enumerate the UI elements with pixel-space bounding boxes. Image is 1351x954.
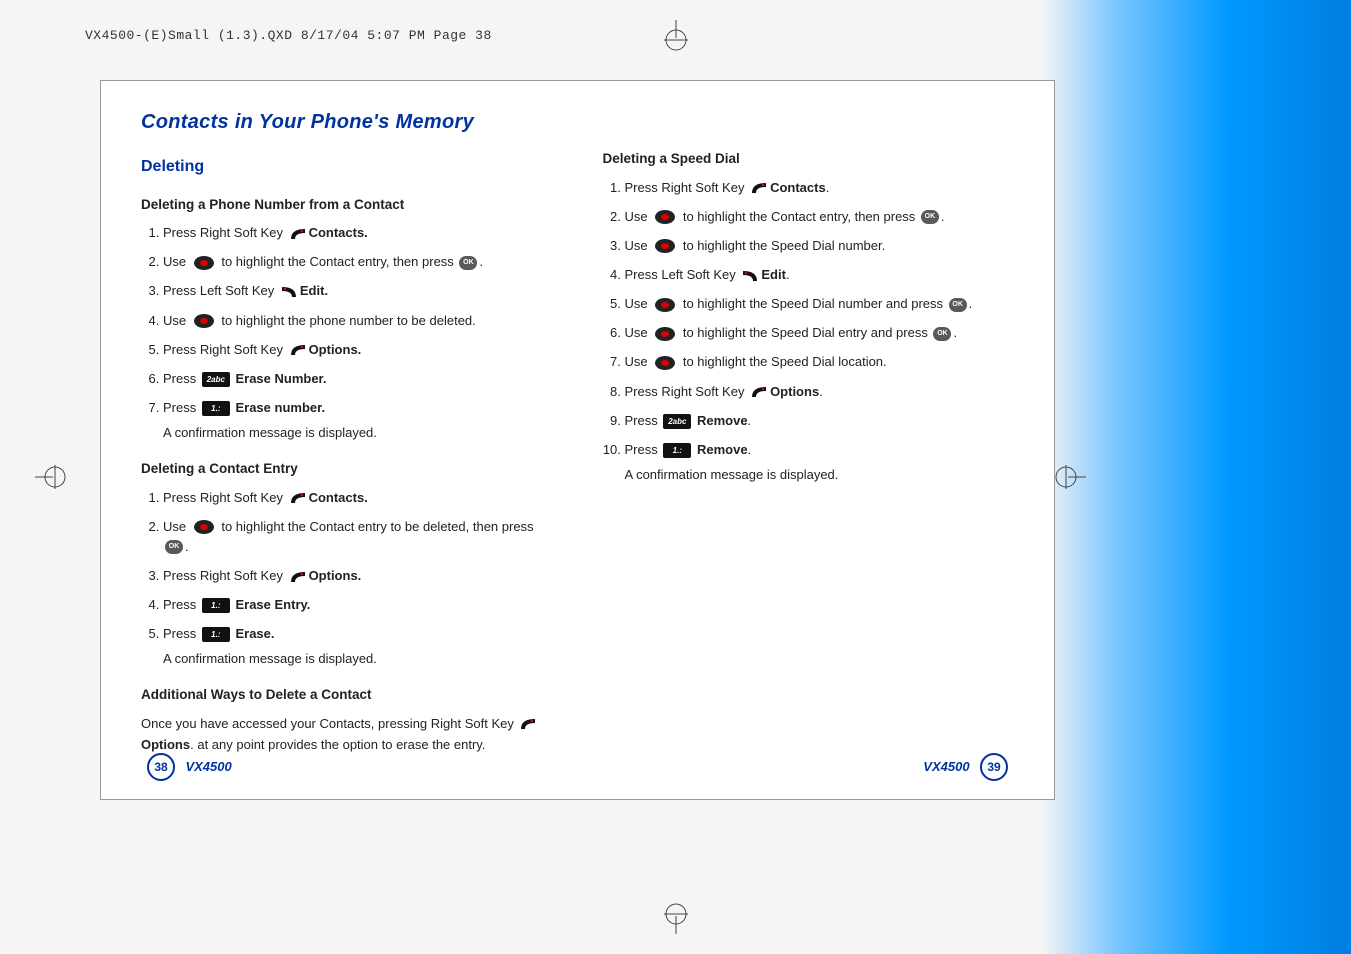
step-item: Use to highlight the Speed Dial location… xyxy=(625,352,1015,372)
step-item: Press 1.: Erase Entry. xyxy=(163,595,553,615)
additional-ways-para: Once you have accessed your Contacts, pr… xyxy=(141,714,553,756)
step-item: Use to highlight the Contact entry, then… xyxy=(163,252,553,272)
para-pre: Once you have accessed your Contacts, pr… xyxy=(141,716,517,731)
softkey-right-icon xyxy=(289,227,307,241)
step-item: Use to highlight the Speed Dial number a… xyxy=(625,294,1015,314)
step-item: Press 1.: Erase number. xyxy=(163,398,553,418)
nav-key-icon xyxy=(654,326,676,342)
nav-key-icon xyxy=(193,255,215,271)
para-post: . at any point provides the option to er… xyxy=(190,737,485,752)
step-item: Press 1.: Erase. xyxy=(163,624,553,644)
background-gradient xyxy=(1041,0,1351,954)
numkey-icon: 2abc xyxy=(663,414,691,429)
step-item: Press Right Soft Key Options. xyxy=(163,340,553,360)
step-item: Press 2abc Erase Number. xyxy=(163,369,553,389)
model-label: VX4500 xyxy=(923,759,969,774)
heading-deleting: Deleting xyxy=(141,154,553,180)
footer-left: 38 VX4500 xyxy=(141,753,232,781)
step-item: Press Right Soft Key Contacts. xyxy=(163,488,553,508)
page-number-left: 38 xyxy=(147,753,175,781)
confirm-msg: A confirmation message is displayed. xyxy=(163,423,553,444)
numkey-icon: 2abc xyxy=(202,372,230,387)
step-item: Use to highlight the Speed Dial number. xyxy=(625,236,1015,256)
page-footer: 38 VX4500 VX4500 39 xyxy=(141,753,1014,781)
steps-delete-speed-dial: Press Right Soft Key Contacts. Use to hig… xyxy=(603,178,1015,460)
ok-key-icon: OK xyxy=(165,540,183,554)
step-item: Press 1.: Remove. xyxy=(625,440,1015,460)
nav-key-icon xyxy=(654,238,676,254)
step-item: Press Right Soft Key Options. xyxy=(163,566,553,586)
steps-delete-phone-number: Press Right Soft Key Contacts. Use to hig… xyxy=(141,223,553,418)
ok-key-icon: OK xyxy=(933,327,951,341)
nav-key-icon xyxy=(193,313,215,329)
file-header: VX4500-(E)Small (1.3).QXD 8/17/04 5:07 P… xyxy=(85,28,492,43)
heading-delete-speed-dial: Deleting a Speed Dial xyxy=(603,148,1015,170)
nav-key-icon xyxy=(654,209,676,225)
crop-mark-top-icon xyxy=(656,20,696,60)
nav-key-icon xyxy=(654,355,676,371)
numkey-icon: 1.: xyxy=(202,627,230,642)
confirm-msg: A confirmation message is displayed. xyxy=(625,465,1015,486)
step-item: Press Right Soft Key Contacts. xyxy=(625,178,1015,198)
numkey-icon: 1.: xyxy=(202,598,230,613)
softkey-right-icon xyxy=(750,181,768,195)
softkey-left-icon xyxy=(741,269,759,283)
step-item: Use to highlight the Contact entry to be… xyxy=(163,517,553,557)
softkey-right-icon xyxy=(289,570,307,584)
softkey-right-icon xyxy=(289,343,307,357)
left-column: Deleting Deleting a Phone Number from a … xyxy=(141,148,553,756)
confirm-msg: A confirmation message is displayed. xyxy=(163,649,553,670)
footer-right: VX4500 39 xyxy=(923,753,1014,781)
right-column: Deleting a Speed Dial Press Right Soft K… xyxy=(603,148,1015,756)
numkey-icon: 1.: xyxy=(202,401,230,416)
step-item: Press Right Soft Key Options. xyxy=(625,382,1015,402)
step-item: Press Right Soft Key Contacts. xyxy=(163,223,553,243)
heading-additional-ways: Additional Ways to Delete a Contact xyxy=(141,684,553,706)
step-item: Press Left Soft Key Edit. xyxy=(625,265,1015,285)
softkey-right-icon xyxy=(519,717,537,731)
heading-delete-contact-entry: Deleting a Contact Entry xyxy=(141,458,553,480)
ok-key-icon: OK xyxy=(921,210,939,224)
step-item: Press Left Soft Key Edit. xyxy=(163,281,553,301)
nav-key-icon xyxy=(193,519,215,535)
page-number-right: 39 xyxy=(980,753,1008,781)
step-item: Use to highlight the Contact entry, then… xyxy=(625,207,1015,227)
crop-mark-left-icon xyxy=(35,457,75,497)
softkey-left-icon xyxy=(280,285,298,299)
para-bold: Options xyxy=(141,737,190,752)
heading-delete-phone-number: Deleting a Phone Number from a Contact xyxy=(141,194,553,216)
nav-key-icon xyxy=(654,297,676,313)
steps-delete-contact-entry: Press Right Soft Key Contacts. Use to hig… xyxy=(141,488,553,645)
softkey-right-icon xyxy=(289,491,307,505)
page-spread: Contacts in Your Phone's Memory Deleting… xyxy=(100,80,1055,800)
section-title: Contacts in Your Phone's Memory xyxy=(141,111,1014,134)
crop-mark-bottom-icon xyxy=(656,894,696,934)
step-item: Use to highlight the phone number to be … xyxy=(163,311,553,331)
softkey-right-icon xyxy=(750,385,768,399)
step-item: Press 2abc Remove. xyxy=(625,411,1015,431)
step-item: Use to highlight the Speed Dial entry an… xyxy=(625,323,1015,343)
ok-key-icon: OK xyxy=(459,256,477,270)
model-label: VX4500 xyxy=(185,759,231,774)
numkey-icon: 1.: xyxy=(663,443,691,458)
ok-key-icon: OK xyxy=(949,298,967,312)
